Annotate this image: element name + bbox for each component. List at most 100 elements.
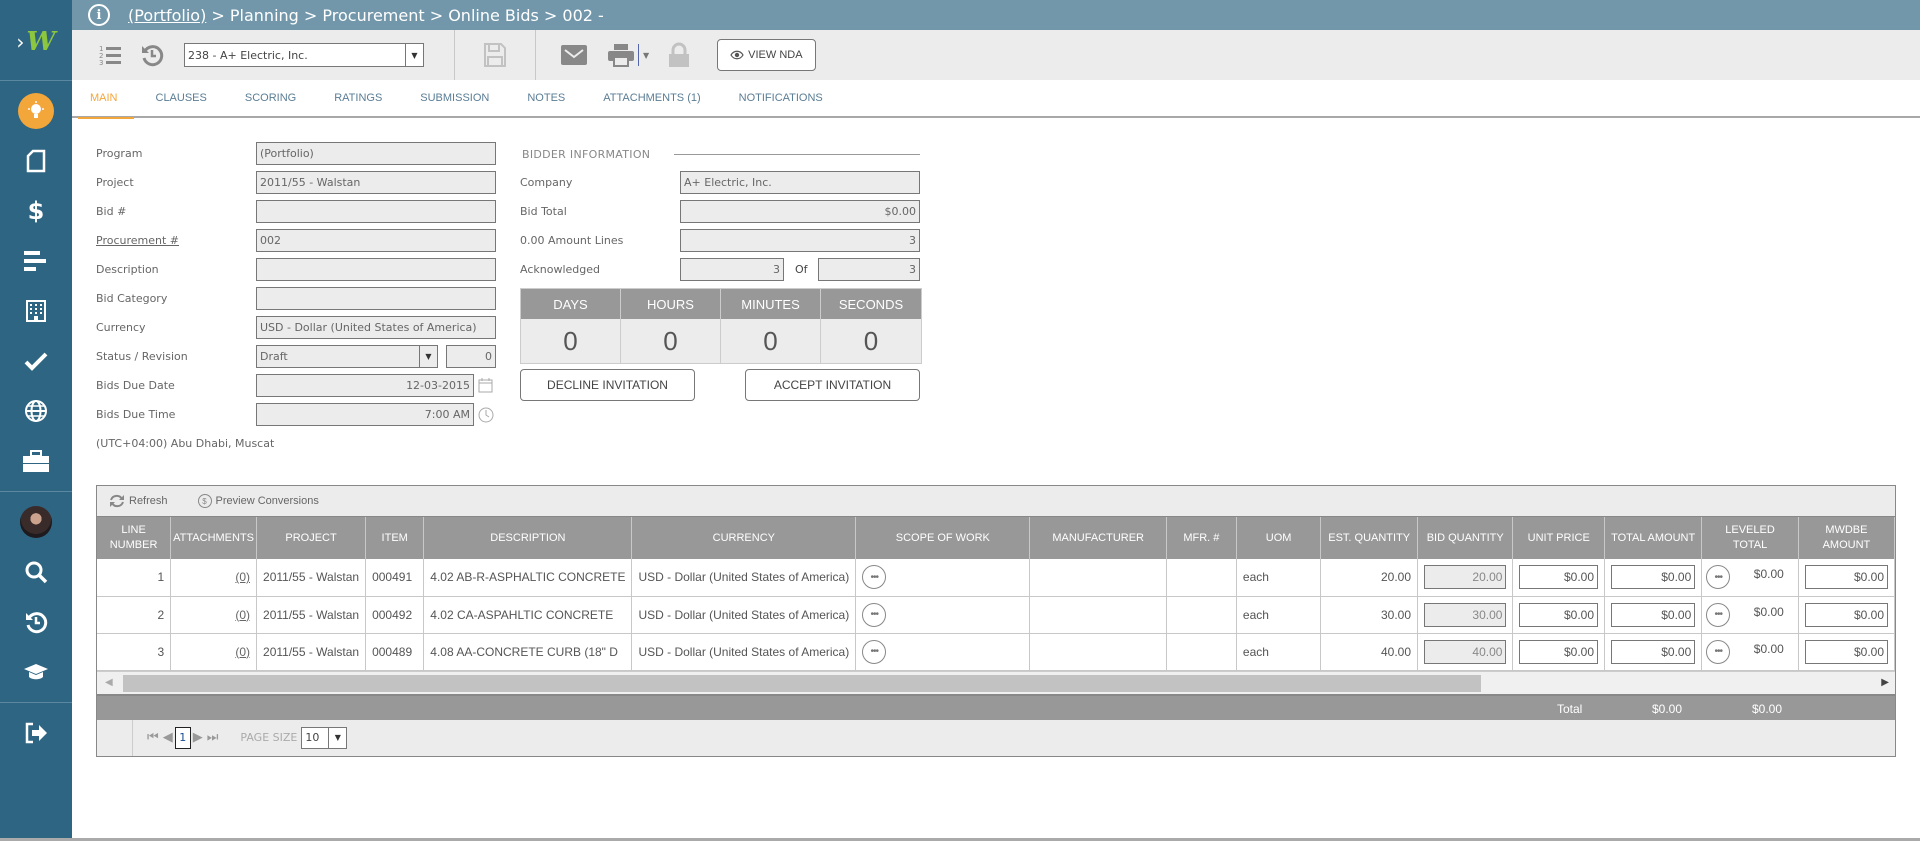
column-header-bid-quantity[interactable]: BID QUANTITY (1417, 517, 1514, 559)
company-field: A+ Electric, Inc. (680, 171, 920, 194)
next-page-icon[interactable]: ▶ (193, 730, 203, 745)
last-page-icon[interactable]: ⏭ (207, 730, 219, 745)
column-header-attachments[interactable]: ATTACHMENTS (170, 517, 258, 559)
column-header-line-number[interactable]: LINE NUMBER (97, 517, 172, 559)
sidebar-item-profile[interactable] (0, 502, 72, 542)
sidebar-item-portfolio[interactable] (0, 391, 72, 431)
procurement-number-link[interactable]: Procurement # (96, 234, 179, 247)
attachments-link[interactable]: (0) (235, 608, 250, 622)
lock-button[interactable] (661, 37, 697, 73)
column-header-currency[interactable]: CURRENCY (631, 517, 857, 559)
scroll-right-arrow-icon[interactable]: ▶ (1881, 677, 1889, 688)
sidebar-item-ideas[interactable] (0, 91, 72, 131)
column-header-uom[interactable]: UOM (1236, 517, 1322, 559)
avatar (20, 506, 52, 538)
sidebar-item-facilities[interactable] (0, 291, 72, 331)
total-amount-input[interactable]: $0.00 (1611, 602, 1696, 627)
preview-conversions-button[interactable]: $ Preview Conversions (197, 494, 319, 508)
sidebar-item-resources[interactable] (0, 441, 72, 481)
prev-page-icon[interactable]: ◀ (163, 730, 173, 745)
status-select[interactable]: Draft ▼ (256, 345, 438, 368)
save-button[interactable] (477, 37, 513, 73)
tab-notes[interactable]: NOTES (527, 79, 565, 117)
view-nda-button[interactable]: VIEW NDA (717, 39, 816, 71)
table-row[interactable]: 1 (0) 2011/55 - Walstan 000491 4.02 AB-R-ASP… (97, 559, 1895, 597)
lightbulb-icon (28, 101, 44, 118)
sidebar-item-schedule[interactable] (0, 241, 72, 281)
column-header-description[interactable]: DESCRIPTION (423, 517, 633, 559)
sidebar: › W $ (0, 0, 72, 841)
sidebar-item-logout[interactable] (0, 713, 72, 753)
column-header-unit-price[interactable]: UNIT PRICE (1512, 517, 1606, 559)
scope-of-work-more-icon[interactable]: ••• (862, 565, 887, 590)
numbered-list-button[interactable]: 123 (92, 37, 128, 73)
sidebar-item-training[interactable] (0, 652, 72, 692)
tab-main[interactable]: MAIN (78, 79, 133, 119)
horizontal-scrollbar[interactable]: ◀ ▶ (97, 670, 1895, 694)
column-header-manufacturer[interactable]: MANUFACTURER (1029, 517, 1167, 559)
sidebar-item-documents[interactable] (0, 141, 72, 181)
countdown-hours-value: 0 (621, 319, 720, 363)
table-row[interactable]: 3 (0) 2011/55 - Walstan 000489 4.08 AA-CONCR… (97, 633, 1895, 671)
record-select[interactable]: 238 - A+ Electric, Inc. ▼ (184, 43, 424, 67)
leveled-total-more-icon[interactable]: ••• (1706, 639, 1731, 664)
page-size-label: PAGE SIZE (240, 731, 298, 744)
scope-of-work-more-icon[interactable]: ••• (862, 639, 887, 664)
mwdbe-amount-input[interactable]: $0.00 (1804, 565, 1888, 590)
scrollbar-thumb[interactable] (123, 674, 1481, 692)
manufacturer-cell (1029, 559, 1167, 597)
unit-price-input[interactable]: $0.00 (1519, 639, 1599, 664)
total-amount-input[interactable]: $0.00 (1611, 639, 1696, 664)
chevron-down-icon[interactable]: ▼ (419, 346, 437, 367)
email-button[interactable] (556, 37, 592, 73)
accept-invitation-button[interactable]: ACCEPT INVITATION (745, 369, 920, 401)
tab-ratings[interactable]: RATINGS (334, 79, 382, 117)
breadcrumb-portfolio-link[interactable]: (Portfolio) (128, 6, 206, 25)
scope-of-work-more-icon[interactable]: ••• (862, 602, 887, 627)
print-options-caret-icon[interactable]: ▼ (643, 51, 649, 60)
refresh-button[interactable]: Refresh (109, 494, 168, 508)
leveled-total-more-icon[interactable]: ••• (1706, 602, 1731, 627)
clock-icon[interactable] (478, 407, 494, 423)
sidebar-item-history[interactable] (0, 602, 72, 642)
expand-chevron-icon[interactable]: › (16, 30, 24, 54)
column-header-est-quantity[interactable]: EST. QUANTITY (1320, 517, 1419, 559)
tab-clauses[interactable]: CLAUSES (156, 79, 207, 117)
mwdbe-amount-input[interactable]: $0.00 (1804, 602, 1888, 627)
decline-invitation-button[interactable]: DECLINE INVITATION (520, 369, 695, 401)
column-header-project[interactable]: PROJECT (256, 517, 367, 559)
attachments-link[interactable]: (0) (235, 570, 250, 584)
sidebar-item-search[interactable] (0, 552, 72, 592)
sidebar-item-costs[interactable]: $ (0, 191, 72, 231)
tab-attachments[interactable]: ATTACHMENTS (1) (603, 79, 700, 117)
column-header-scope-of-work[interactable]: SCOPE OF WORK (855, 517, 1031, 559)
tab-scoring[interactable]: SCORING (245, 79, 296, 117)
column-header-mfr-number[interactable]: MFR. # (1166, 517, 1237, 559)
app-logo[interactable]: › W (0, 24, 72, 60)
table-row[interactable]: 2 (0) 2011/55 - Walstan 000492 4.02 CA-ASPAH… (97, 596, 1895, 634)
tab-submission[interactable]: SUBMISSION (420, 79, 489, 117)
tab-notifications[interactable]: NOTIFICATIONS (739, 79, 823, 117)
chevron-down-icon[interactable]: ▼ (328, 727, 346, 748)
history-button[interactable] (134, 37, 170, 73)
page-size-select[interactable]: 10 ▼ (301, 726, 348, 749)
total-amount-input[interactable]: $0.00 (1611, 565, 1696, 590)
info-icon[interactable]: i (88, 4, 110, 26)
mwdbe-amount-input[interactable]: $0.00 (1804, 639, 1888, 664)
item-cell: 000489 (365, 633, 425, 671)
scroll-left-arrow-icon[interactable]: ◀ (105, 677, 113, 688)
leveled-total-more-icon[interactable]: ••• (1706, 565, 1731, 590)
first-page-icon[interactable]: ⏮ (147, 730, 159, 745)
column-header-leveled-total[interactable]: LEVELED TOTAL (1701, 517, 1799, 559)
unit-price-input[interactable]: $0.00 (1519, 565, 1599, 590)
column-header-item[interactable]: ITEM (365, 517, 425, 559)
calendar-icon[interactable] (478, 377, 493, 393)
column-header-mwdbe-amount[interactable]: MWDBE AMOUNT (1798, 517, 1895, 559)
current-page[interactable]: 1 (174, 726, 191, 749)
print-button[interactable] (606, 37, 636, 73)
attachments-link[interactable]: (0) (235, 645, 250, 659)
sidebar-item-tasks[interactable] (0, 341, 72, 381)
column-header-total-amount[interactable]: TOTAL AMOUNT (1604, 517, 1703, 559)
chevron-down-icon[interactable]: ▼ (405, 44, 423, 66)
unit-price-input[interactable]: $0.00 (1519, 602, 1599, 627)
